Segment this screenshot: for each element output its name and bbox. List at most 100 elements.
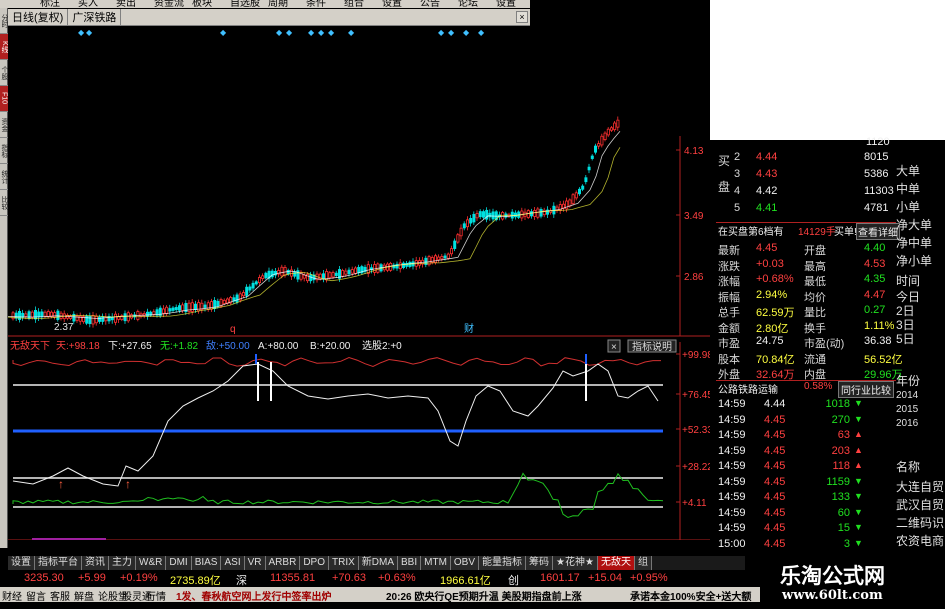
flow-item[interactable]: 大单 <box>896 162 945 177</box>
menu-item[interactable]: 周期 <box>268 0 288 8</box>
left-strip-tab[interactable]: 资金 <box>0 112 8 138</box>
indicator-tab[interactable]: 组 <box>634 556 652 570</box>
indicator-tab[interactable]: ASI <box>221 556 245 570</box>
indicator-tab[interactable]: OBV <box>450 556 480 570</box>
menu-item[interactable]: 板块 <box>192 0 212 8</box>
left-strip-tab[interactable]: 个股 <box>0 60 8 86</box>
concept-item[interactable]: 武汉自贸 <box>896 496 945 511</box>
indicator-tab[interactable]: BBI <box>398 556 422 570</box>
bid-row[interactable]: 5 4.41 4781 <box>716 202 896 217</box>
menu-item[interactable]: 自选股 <box>230 0 260 8</box>
news-headline[interactable]: 20:26 欧央行QE预期升温 美股期指盘前上涨 <box>386 588 582 603</box>
period-item[interactable]: 3日 <box>896 316 945 331</box>
menu-item[interactable]: 卖出 <box>116 0 136 8</box>
indicator-tab[interactable]: 主力 <box>109 556 136 570</box>
bid-row[interactable]: 4 4.42 11303 <box>716 185 896 200</box>
menu-item[interactable]: 买入 <box>78 0 98 8</box>
news-tab[interactable]: 客服 <box>50 588 70 603</box>
indicator-tab[interactable]: DPO <box>300 556 329 570</box>
indicator-tab[interactable]: TRIX <box>328 556 359 570</box>
candle-body <box>610 127 614 131</box>
tick-row: 14:59 4.45 133 ▼ <box>716 491 896 506</box>
indicator-tab[interactable]: ARBR <box>265 556 301 570</box>
flow-item[interactable]: 中单 <box>896 180 945 195</box>
event-diamond-icon[interactable]: ◆ <box>276 28 283 37</box>
event-diamond-icon[interactable]: ◆ <box>478 28 485 37</box>
period-tab[interactable]: 日线(复权) <box>8 9 69 25</box>
menu-item[interactable]: 设置 <box>382 0 402 8</box>
indicator-tab[interactable]: 设置 <box>8 556 35 570</box>
concept-item[interactable]: 农资电商 <box>896 532 945 547</box>
flow-item[interactable]: 小单 <box>896 198 945 213</box>
event-diamond-icon[interactable]: ◆ <box>220 28 227 37</box>
left-strip-tab[interactable]: F10 <box>0 86 8 112</box>
news-tab[interactable]: 行情 <box>146 588 166 603</box>
news-tab[interactable]: 解盘 <box>74 588 94 603</box>
indicator-tab[interactable]: 指标平台 <box>35 556 82 570</box>
indicator-tab[interactable]: 无敌天 <box>597 556 635 570</box>
menu-item[interactable]: 标注 <box>40 0 60 8</box>
news-tab[interactable]: 留言 <box>26 588 46 603</box>
event-diamond-icon[interactable]: ◆ <box>463 28 470 37</box>
event-diamond-icon[interactable]: ◆ <box>448 28 455 37</box>
sector-name[interactable]: 公路铁路运输 <box>718 381 778 396</box>
year-item[interactable]: 2014 <box>896 390 945 405</box>
left-strip-tab[interactable]: 比较 <box>0 190 8 216</box>
left-strip-tab[interactable]: 指标 <box>0 138 8 164</box>
bid-row[interactable]: 3 4.43 5386 <box>716 168 896 183</box>
indicator-tab[interactable]: VR <box>244 556 266 570</box>
news-headline[interactable]: 承诺本金100%安全+送大额 <box>630 588 751 603</box>
period-item[interactable]: 5日 <box>896 330 945 345</box>
year-item[interactable]: 2015 <box>896 404 945 419</box>
quote-label: 市盈(动) <box>804 338 845 350</box>
flow-item[interactable]: 净大单 <box>896 216 945 231</box>
tick-time: 14:59 <box>718 491 746 503</box>
indicator-tab[interactable]: W&R <box>136 556 167 570</box>
candle-body <box>101 316 105 322</box>
event-diamond-icon[interactable]: ◆ <box>286 28 293 37</box>
bid-level: 5 <box>734 202 741 214</box>
indicator-tab[interactable]: ★花神★ <box>553 556 598 570</box>
period-item[interactable]: 今日 <box>896 288 945 303</box>
bid-row[interactable]: 2 4.44 8015 <box>716 151 896 166</box>
candle-body <box>193 303 197 311</box>
menu-item[interactable]: 公告 <box>420 0 440 8</box>
indicator-tab[interactable]: BIAS <box>191 556 222 570</box>
flow-item[interactable]: 净中单 <box>896 234 945 249</box>
event-diamond-icon[interactable]: ◆ <box>328 28 335 37</box>
main-chart[interactable]: ◆ ◆ ◆ ◆ ◆ ◆ ◆ ◆ ◆ ◆ ◆ ◆ ◆4.133.492.862.37 q 财无敌天下 天:+98… <box>8 26 710 540</box>
event-diamond-icon[interactable]: ◆ <box>86 28 93 37</box>
event-diamond-icon[interactable]: ◆ <box>308 28 315 37</box>
indicator-tab[interactable]: 能量指标 <box>479 556 527 570</box>
event-diamond-icon[interactable]: ◆ <box>318 28 325 37</box>
indicator-tab[interactable]: 筹码 <box>526 556 554 570</box>
left-strip-tab[interactable]: K线 <box>0 34 8 60</box>
close-button[interactable]: × <box>516 11 528 23</box>
left-strip-tab[interactable]: 分时 <box>0 8 8 34</box>
menu-item[interactable]: 组合 <box>344 0 364 8</box>
menu-item[interactable]: 设置 <box>496 0 516 8</box>
event-diamond-icon[interactable]: ◆ <box>348 28 355 37</box>
concept-item[interactable]: 二维码识 <box>896 514 945 529</box>
indicator-tab[interactable]: 资讯 <box>82 556 109 570</box>
indicator-tab[interactable]: DMI <box>166 556 192 570</box>
flow-item[interactable]: 净小单 <box>896 252 945 267</box>
detail-button[interactable]: 查看详细 <box>856 223 900 240</box>
period-item[interactable]: 2日 <box>896 302 945 317</box>
year-item[interactable]: 2016 <box>896 418 945 433</box>
indicator-tab[interactable]: MTM <box>421 556 451 570</box>
period-item[interactable]: 时间 <box>896 272 945 287</box>
event-diamond-icon[interactable]: ◆ <box>438 28 445 37</box>
peer-compare-button[interactable]: 同行业比较 <box>838 381 894 398</box>
news-headline[interactable]: 1发、春秋航空网上发行中签率出炉 <box>176 588 332 603</box>
index-value: +5.99 <box>78 572 106 584</box>
event-diamond-icon[interactable]: ◆ <box>78 28 85 37</box>
menu-item[interactable]: 条件 <box>306 0 326 8</box>
watermark-url: www.60lt.com <box>782 588 883 603</box>
indicator-tab[interactable]: 新DMA <box>358 556 398 570</box>
left-strip-tab[interactable]: 统计 <box>0 164 8 190</box>
concept-item[interactable]: 大连自贸 <box>896 478 945 493</box>
menu-item[interactable]: 资金流 <box>154 0 184 8</box>
news-tab[interactable]: 财经 <box>2 588 22 603</box>
menu-item[interactable]: 论坛 <box>458 0 478 8</box>
